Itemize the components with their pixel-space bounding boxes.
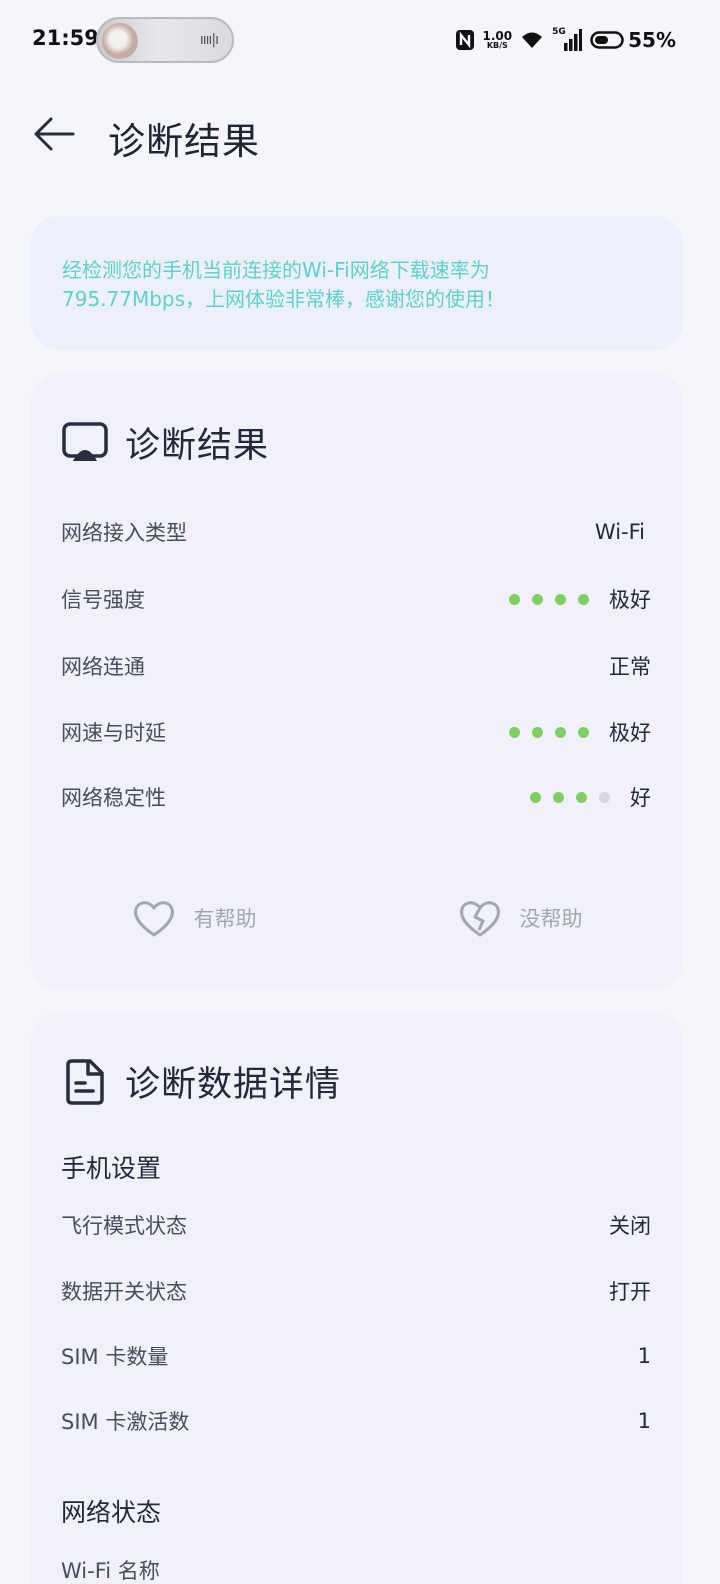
broken-heart-icon <box>459 901 500 937</box>
row-value: 正常 <box>609 655 651 679</box>
net-speed: 1.00 KB/S <box>483 30 513 50</box>
rating-dot <box>532 593 543 605</box>
rating-dot <box>532 726 543 738</box>
row-airplane-mode: 飞行模式状态 关闭 <box>61 1205 651 1245</box>
row-sim-active-count: SIM 卡激活数 1 <box>61 1401 651 1441</box>
row-sim-count: SIM 卡数量 1 <box>61 1336 651 1376</box>
row-label: Wi-Fi 名称 <box>61 1559 160 1583</box>
row-value: 1 <box>637 1344 651 1368</box>
network-type: 5G <box>552 27 566 37</box>
section-title-phone-settings: 手机设置 <box>61 1154 162 1183</box>
section-title-network-status: 网络状态 <box>61 1498 162 1527</box>
diagnosis-result-screen: 21:59 ıııı|ı 1.00 KB/S 5G 55% 诊断结果 经检测您的… <box>0 0 720 1584</box>
helpful-label: 有帮助 <box>193 907 257 931</box>
row-label: 信号强度 <box>61 588 145 612</box>
row-value: 关闭 <box>609 1214 651 1238</box>
rating-dot <box>578 593 589 605</box>
arrow-left-icon <box>34 117 75 151</box>
rating-dot <box>530 791 541 803</box>
rating-dot <box>553 791 564 803</box>
row-connectivity: 网络连通 正常 <box>61 646 651 686</box>
rating-dot <box>578 726 589 738</box>
row-label: 数据开关状态 <box>61 1280 187 1304</box>
rating-dot <box>555 726 566 738</box>
heart-icon <box>133 901 174 937</box>
battery-icon <box>590 31 624 49</box>
row-label: 网络连通 <box>61 655 145 679</box>
row-stability: 网络稳定性 好 <box>61 777 651 817</box>
row-value: 极好 <box>609 721 651 745</box>
page-title: 诊断结果 <box>108 120 260 163</box>
row-value: 极好 <box>609 588 651 612</box>
row-data-switch: 数据开关状态 打开 <box>61 1271 651 1311</box>
rating-dot <box>509 593 520 605</box>
row-label: 网速与时延 <box>61 721 166 745</box>
document-icon <box>61 1058 109 1106</box>
row-label: SIM 卡数量 <box>61 1345 169 1369</box>
rating-dot <box>599 791 610 803</box>
result-card-heading: 诊断结果 <box>61 417 269 468</box>
details-card-title: 诊断数据详情 <box>125 1065 342 1105</box>
row-value: 1 <box>637 1409 651 1433</box>
feedback-bar: 有帮助 没帮助 <box>31 878 683 958</box>
stability-rating-dots <box>530 791 610 803</box>
row-label: 网络接入类型 <box>61 521 187 545</box>
wifi-icon <box>522 32 543 48</box>
status-bar: 21:59 ıııı|ı 1.00 KB/S 5G 55% <box>0 0 720 80</box>
net-speed-unit: KB/S <box>486 41 508 50</box>
signal-rating-dots <box>509 593 589 605</box>
network-diagnosis-icon <box>61 419 109 467</box>
speed-rating-dots <box>509 726 589 738</box>
row-signal-strength: 信号强度 极好 <box>61 579 651 619</box>
result-card-title: 诊断结果 <box>125 426 270 466</box>
signal-icon: 5G <box>552 27 583 51</box>
status-icons: 1.00 KB/S 5G 55% <box>455 26 676 54</box>
not-helpful-label: 没帮助 <box>519 907 583 931</box>
notice-banner: 经检测您的手机当前连接的Wi-Fi网络下载速率为795.77Mbps，上网体验非… <box>31 216 683 350</box>
rating-dot <box>555 593 566 605</box>
row-speed-latency: 网速与时延 极好 <box>61 712 651 752</box>
notice-text: 经检测您的手机当前连接的Wi-Fi网络下载速率为795.77Mbps，上网体验非… <box>62 258 506 311</box>
row-value: Wi-Fi <box>594 520 645 544</box>
back-button[interactable] <box>28 110 80 158</box>
live-activity-pill[interactable]: ıııı|ı <box>96 17 234 63</box>
status-time: 21:59 <box>32 26 99 50</box>
diagnosis-details-card: 诊断数据详情 手机设置 飞行模式状态 关闭 数据开关状态 打开 SIM 卡数量 … <box>31 1012 683 1584</box>
battery: 55% <box>590 28 676 52</box>
details-card-heading: 诊断数据详情 <box>61 1056 341 1107</box>
row-label: SIM 卡激活数 <box>61 1410 190 1434</box>
rating-dot <box>576 791 587 803</box>
row-label: 飞行模式状态 <box>61 1214 187 1238</box>
not-helpful-button[interactable]: 没帮助 <box>357 878 683 958</box>
row-value: 打开 <box>609 1280 651 1304</box>
row-wifi-name: Wi-Fi 名称 <box>61 1550 651 1584</box>
rating-dot <box>509 726 520 738</box>
media-thumbnail <box>102 23 138 59</box>
battery-percent: 55% <box>628 28 676 52</box>
row-access-type: 网络接入类型 Wi-Fi <box>61 512 651 552</box>
audio-wave-icon: ıııı|ı <box>199 32 219 48</box>
nfc-icon <box>455 30 474 50</box>
diagnosis-result-card: 诊断结果 网络接入类型 Wi-Fi 信号强度 极好 网络连通 正常 网速与时延 … <box>31 373 683 990</box>
row-value: 好 <box>630 786 651 810</box>
row-label: 网络稳定性 <box>61 786 166 810</box>
helpful-button[interactable]: 有帮助 <box>31 878 357 958</box>
